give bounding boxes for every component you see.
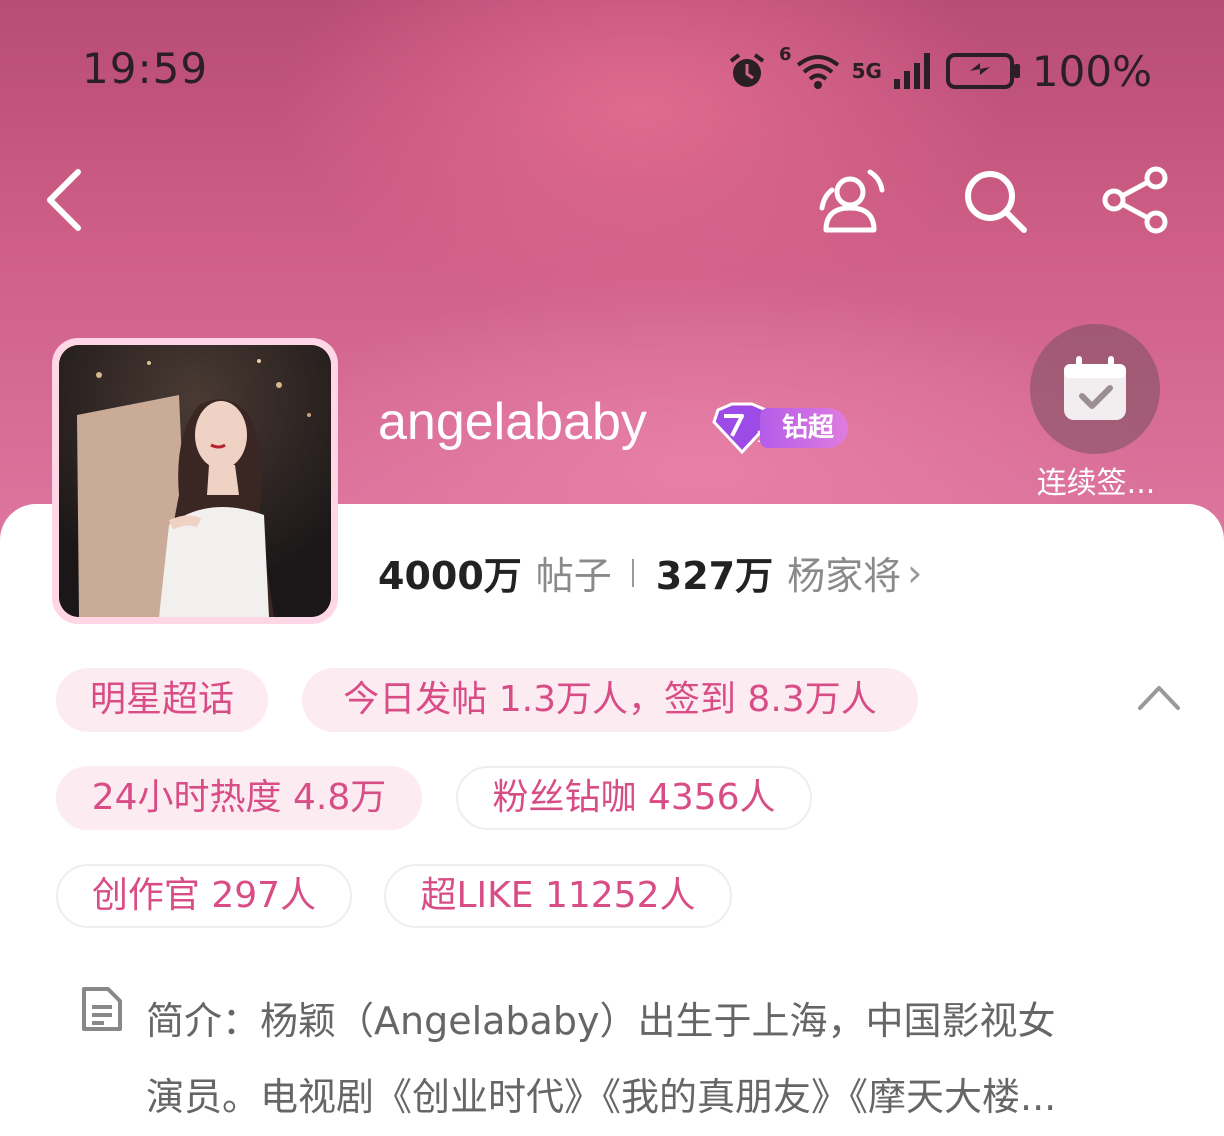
- network-type: 5G: [851, 59, 882, 83]
- members-icon: [819, 169, 885, 233]
- tag-creator[interactable]: 创作官 297人: [56, 864, 352, 928]
- alarm-icon: [729, 53, 765, 87]
- checkin-label: 连续签...: [1036, 466, 1156, 501]
- search-button[interactable]: [954, 160, 1034, 240]
- status-bar: 19:59 6 5G 100%: [0, 0, 1224, 140]
- stats-row: 4000万 帖子 327万 杨家将 ›: [378, 545, 922, 600]
- wifi-icon: [796, 55, 839, 89]
- posts-label: 帖子: [535, 554, 612, 598]
- tag-fan-diamond[interactable]: 粉丝钻咖 4356人: [456, 766, 812, 830]
- calendar-check-icon: [1064, 356, 1126, 420]
- tag-24h-heat[interactable]: 24小时热度 4.8万: [56, 766, 422, 830]
- top-nav: [0, 150, 1224, 240]
- avatar-photo: [59, 345, 331, 617]
- members-button[interactable]: [812, 160, 892, 240]
- share-icon: [1102, 166, 1168, 234]
- battery-icon: [945, 53, 1020, 89]
- fans-link[interactable]: 327万 杨家将 ›: [656, 545, 923, 600]
- fans-label: 杨家将: [787, 554, 902, 598]
- stats-divider: [631, 558, 634, 587]
- checkin-button[interactable]: 连续签...: [1030, 324, 1160, 501]
- collapse-button[interactable]: [1134, 676, 1184, 716]
- intro-line-1: 简介：杨颖（Angelababy）出生于上海，中国影视女: [146, 999, 1056, 1043]
- posts-count: 4000万: [378, 554, 522, 598]
- avatar-frame[interactable]: [52, 338, 338, 624]
- status-icons: 6 5G 100%: [725, 44, 1152, 98]
- search-icon: [965, 171, 1027, 233]
- tag-star-topic[interactable]: 明星超话: [56, 668, 268, 732]
- intro-text[interactable]: 简介：杨颖（Angelababy）出生于上海，中国影视女 演员。电视剧《创业时代…: [146, 983, 1126, 1135]
- chevron-up-icon: [1138, 686, 1180, 710]
- back-button[interactable]: [24, 160, 104, 240]
- battery-percent: 100%: [1031, 46, 1152, 96]
- checkin-circle: [1030, 324, 1160, 454]
- signal-bars-icon: [893, 53, 930, 89]
- badge-label: 钻超: [760, 408, 849, 448]
- tag-daily-activity[interactable]: 今日发帖 1.3万人，签到 8.3万人: [302, 668, 918, 732]
- cellular-indicator: 5G: [852, 60, 882, 82]
- avatar: [59, 345, 331, 617]
- document-icon: [82, 987, 122, 1031]
- chevron-right-icon: ›: [907, 550, 923, 595]
- chevron-left-icon: [47, 169, 81, 231]
- share-button[interactable]: [1096, 160, 1176, 240]
- diamond-badge[interactable]: 1 钻超: [712, 402, 849, 454]
- intro-line-2: 演员。电视剧《创业时代》《我的真朋友》《摩天大楼...: [146, 1075, 1057, 1119]
- status-time: 19:59: [82, 44, 209, 93]
- tag-super-like[interactable]: 超LIKE 11252人: [384, 864, 732, 928]
- wifi-signal-label: 6: [779, 44, 792, 65]
- profile-name: angelababy: [378, 393, 647, 451]
- fans-count: 327万: [655, 554, 774, 598]
